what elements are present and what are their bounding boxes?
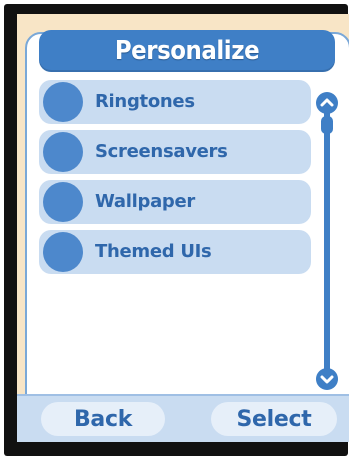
menu-item-ringtones[interactable]: Ringtones xyxy=(39,80,311,124)
menu-item-themed-uis[interactable]: Themed UIs xyxy=(39,230,311,274)
scroll-thumb[interactable] xyxy=(321,116,333,134)
circle-icon xyxy=(43,82,83,122)
circle-icon xyxy=(43,132,83,172)
softkey-bar: Back Select xyxy=(17,394,349,442)
menu-item-label: Ringtones xyxy=(95,91,195,112)
menu-item-wallpaper[interactable]: Wallpaper xyxy=(39,180,311,224)
select-button[interactable]: Select xyxy=(211,402,337,436)
menu-item-screensavers[interactable]: Screensavers xyxy=(39,130,311,174)
page-header: Personalize xyxy=(39,30,335,72)
scroll-track[interactable] xyxy=(324,110,330,376)
scroll-up-arrow-icon[interactable] xyxy=(316,92,338,114)
device-frame: Personalize Ringtones Screensavers Wallp… xyxy=(4,4,349,456)
menu-item-label: Wallpaper xyxy=(95,191,196,212)
scroll-down-arrow-icon[interactable] xyxy=(316,368,338,390)
circle-icon xyxy=(43,182,83,222)
scrollbar[interactable] xyxy=(315,92,339,392)
menu-list: Ringtones Screensavers Wallpaper Themed … xyxy=(39,80,311,280)
menu-item-label: Themed UIs xyxy=(95,241,212,262)
page-title: Personalize xyxy=(114,36,260,66)
back-button[interactable]: Back xyxy=(41,402,165,436)
menu-item-label: Screensavers xyxy=(95,141,228,162)
circle-icon xyxy=(43,232,83,272)
phone-screen: Personalize Ringtones Screensavers Wallp… xyxy=(17,14,349,442)
